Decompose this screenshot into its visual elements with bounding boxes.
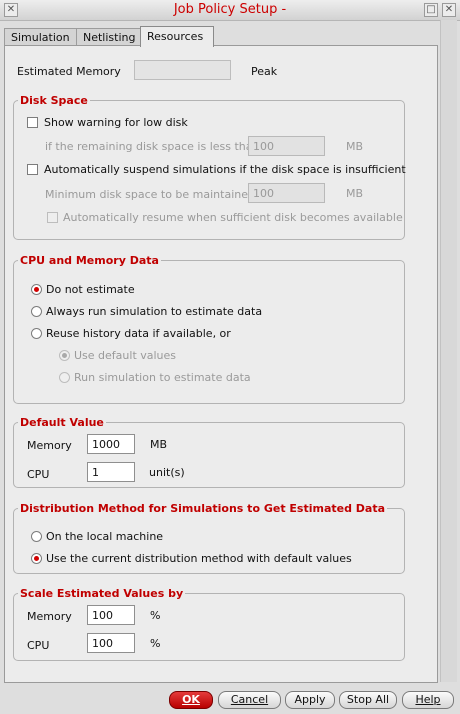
estimated-memory-peak-label: Peak xyxy=(251,65,278,78)
scale-cpu-label: CPU xyxy=(27,639,50,652)
title-bar: ✕ Job Policy Setup - □ ✕ xyxy=(0,0,460,21)
run-simulation-estimate-label[interactable]: Run simulation to estimate data xyxy=(74,371,251,384)
cancel-button[interactable]: Cancel xyxy=(218,691,281,709)
ok-button-label: OK xyxy=(182,693,200,706)
vertical-scrollbar[interactable] xyxy=(440,20,457,682)
default-cpu-unit: unit(s) xyxy=(149,466,185,479)
scale-title: Scale Estimated Values by xyxy=(20,587,184,600)
auto-resume-label[interactable]: Automatically resume when sufficient dis… xyxy=(63,211,403,224)
warn-low-disk-label[interactable]: Show warning for low disk xyxy=(44,116,188,129)
default-value-title: Default Value xyxy=(20,416,104,429)
close-icon[interactable]: ✕ xyxy=(442,3,456,17)
apply-button-label: Apply xyxy=(294,693,326,706)
resources-panel: Estimated Memory Peak Disk Space Show wa… xyxy=(4,45,438,683)
scale-cpu-input[interactable] xyxy=(87,633,135,653)
stop-all-button[interactable]: Stop All xyxy=(339,691,397,709)
apply-button[interactable]: Apply xyxy=(285,691,335,709)
local-machine-label[interactable]: On the local machine xyxy=(46,530,163,543)
reuse-history-radio[interactable] xyxy=(31,328,42,339)
scale-memory-input[interactable] xyxy=(87,605,135,625)
stop-all-button-label: Stop All xyxy=(346,693,390,706)
warn-low-disk-checkbox[interactable] xyxy=(27,117,38,128)
default-value-group: Default Value xyxy=(13,416,405,488)
remaining-disk-label: if the remaining disk space is less than xyxy=(45,140,260,153)
help-button-label: Help xyxy=(415,693,441,706)
cpu-memory-title: CPU and Memory Data xyxy=(20,254,159,267)
scale-cpu-unit: % xyxy=(150,637,161,650)
estimated-memory-label: Estimated Memory xyxy=(17,65,121,78)
default-memory-input[interactable] xyxy=(87,434,135,454)
default-memory-unit: MB xyxy=(150,438,168,451)
tab-netlisting[interactable]: Netlisting xyxy=(76,28,146,46)
do-not-estimate-label[interactable]: Do not estimate xyxy=(46,283,135,296)
current-distribution-label[interactable]: Use the current distribution method with… xyxy=(46,552,352,565)
default-cpu-input[interactable] xyxy=(87,462,135,482)
remaining-disk-unit: MB xyxy=(346,140,364,153)
scale-group: Scale Estimated Values by xyxy=(13,587,405,661)
always-run-radio[interactable] xyxy=(31,306,42,317)
default-memory-label: Memory xyxy=(27,439,72,452)
estimated-memory-field xyxy=(134,60,231,80)
current-distribution-radio[interactable] xyxy=(31,553,42,564)
min-disk-label: Minimum disk space to be maintained xyxy=(45,188,255,201)
auto-suspend-label[interactable]: Automatically suspend simulations if the… xyxy=(44,163,406,176)
min-disk-field[interactable] xyxy=(248,183,325,203)
use-default-values-radio[interactable] xyxy=(59,350,70,361)
tab-simulation[interactable]: Simulation xyxy=(4,28,82,46)
auto-suspend-checkbox[interactable] xyxy=(27,164,38,175)
tab-resources[interactable]: Resources xyxy=(140,26,214,47)
cancel-button-label: Cancel xyxy=(230,693,269,706)
local-machine-radio[interactable] xyxy=(31,531,42,542)
window-title: Job Policy Setup - xyxy=(173,2,287,17)
remaining-disk-field[interactable] xyxy=(248,136,325,156)
ok-button[interactable]: OK xyxy=(169,691,213,709)
auto-resume-checkbox[interactable] xyxy=(47,212,58,223)
run-simulation-estimate-radio[interactable] xyxy=(59,372,70,383)
default-cpu-label: CPU xyxy=(27,468,50,481)
use-default-values-label[interactable]: Use default values xyxy=(74,349,176,362)
min-disk-unit: MB xyxy=(346,187,364,200)
do-not-estimate-radio[interactable] xyxy=(31,284,42,295)
scale-memory-label: Memory xyxy=(27,610,72,623)
maximize-icon[interactable]: □ xyxy=(424,3,438,17)
scale-memory-unit: % xyxy=(150,609,161,622)
distribution-title: Distribution Method for Simulations to G… xyxy=(20,502,386,515)
reuse-history-label[interactable]: Reuse history data if available, or xyxy=(46,327,231,340)
always-run-label[interactable]: Always run simulation to estimate data xyxy=(46,305,262,318)
disk-space-title: Disk Space xyxy=(20,94,88,107)
button-bar: OK Cancel Apply Stop All Help xyxy=(0,688,460,714)
help-button[interactable]: Help xyxy=(402,691,454,709)
